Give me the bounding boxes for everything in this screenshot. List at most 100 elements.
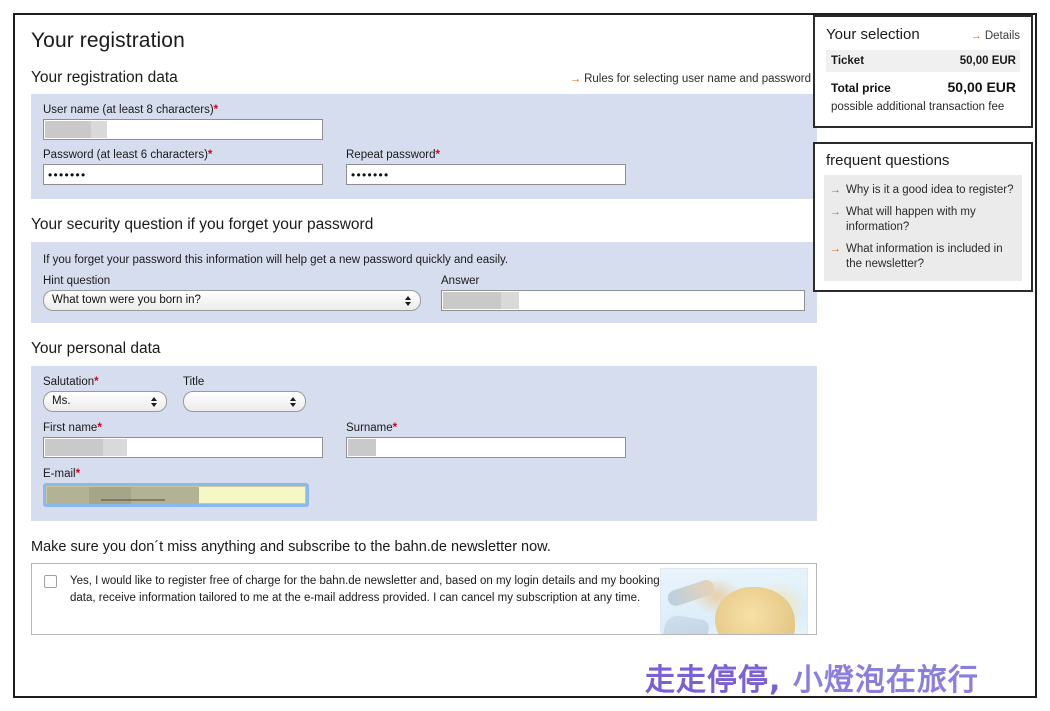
watermark-part1: 走走停停,	[645, 663, 782, 698]
surname-input-wrap	[346, 437, 626, 458]
password-input[interactable]	[43, 164, 323, 185]
email-label: E-mail*	[43, 468, 805, 480]
frequent-questions-title: frequent questions	[826, 152, 950, 169]
first-name-input-wrap	[43, 437, 323, 458]
name-row: First name* Surname*	[43, 422, 805, 458]
email-redaction-dots	[101, 499, 165, 501]
security-question-panel: If you forget your password this informa…	[31, 242, 817, 323]
hint-question-select-wrap: What town were you born in?	[43, 290, 421, 311]
repeat-password-field-group: Repeat password*	[346, 149, 626, 185]
arrow-icon: →	[830, 243, 841, 255]
photo-sleeve	[659, 613, 711, 634]
first-name-input[interactable]	[43, 437, 323, 458]
salutation-title-row: Salutation* Ms. Title	[43, 376, 805, 412]
your-selection-body: Your selection → Details Ticket 50,00 EUR…	[815, 17, 1031, 126]
arrow-icon: →	[970, 30, 982, 42]
photo-arm	[665, 577, 717, 609]
hint-question-label: Hint question	[43, 275, 111, 287]
hint-question-select[interactable]: What town were you born in?	[43, 290, 421, 311]
personal-data-panel: Salutation* Ms. Title First name* Surnam…	[31, 366, 817, 521]
username-input[interactable]	[43, 119, 323, 140]
security-question-note: If you forget your password this informa…	[43, 254, 509, 266]
salutation-select[interactable]: Ms.	[43, 391, 167, 412]
repeat-password-label-text: Repeat password	[346, 149, 436, 161]
ticket-label: Ticket	[831, 55, 865, 67]
surname-group: Surname*	[346, 422, 626, 458]
frequent-questions-card: frequent questions → Why is it a good ide…	[813, 142, 1033, 292]
rules-link-label: Rules for selecting user name and passwo…	[584, 73, 811, 85]
title-select-wrap	[183, 391, 306, 412]
faq-item[interactable]: → What will happen with my information?	[830, 205, 1014, 235]
details-link-label: Details	[984, 30, 1020, 42]
email-label-text: E-mail	[43, 468, 76, 480]
username-label-text: User name (at least 8 characters)	[43, 104, 214, 116]
salutation-label-text: Salutation	[43, 376, 95, 388]
registration-data-panel: User name (at least 8 characters)* Passw…	[31, 94, 817, 199]
username-label: User name (at least 8 characters)*	[43, 104, 805, 116]
frequent-questions-list: → Why is it a good idea to register? → Wha…	[824, 175, 1022, 281]
arrow-icon: →	[830, 206, 841, 218]
required-asterisk: *	[392, 422, 398, 434]
arrow-icon: →	[830, 184, 841, 196]
username-input-wrap	[43, 119, 323, 140]
newsletter-consent-text: Yes, I would like to register free of ch…	[70, 575, 660, 604]
email-group: E-mail*	[43, 468, 805, 507]
rules-link[interactable]: → Rules for selecting user name and passw…	[570, 73, 811, 85]
repeat-password-label: Repeat password*	[346, 149, 626, 161]
details-link[interactable]: → Details	[971, 30, 1020, 42]
salutation-select-wrap: Ms.	[43, 391, 167, 412]
sidebar: Your selection → Details Ticket 50,00 EUR…	[813, 15, 1035, 306]
hint-answer-row: Hint question What town were you born in…	[43, 275, 805, 311]
section-title-security-question: Your security question if you forget you…	[31, 216, 374, 233]
registration-data-header: Your registration data → Rules for select…	[31, 69, 815, 87]
ticket-row: Ticket 50,00 EUR	[826, 50, 1020, 72]
faq-item-label: Why is it a good idea to register?	[846, 184, 1014, 196]
answer-group: Answer	[441, 275, 805, 311]
total-price-row: Total price 50,00 EUR	[826, 72, 1020, 95]
required-asterisk: *	[97, 422, 102, 434]
required-asterisk: *	[94, 376, 99, 388]
transaction-fee-note: possible additional transaction fee	[831, 101, 1005, 113]
total-price-value: 50,00 EUR	[947, 79, 1016, 95]
page-frame: Your registration Your registration data…	[13, 13, 1037, 698]
password-label: Password (at least 6 characters)*	[43, 149, 323, 161]
screenshot-root: Your registration Your registration data…	[0, 0, 1050, 711]
faq-item[interactable]: → Why is it a good idea to register?	[830, 183, 1014, 198]
password-row: Password (at least 6 characters)* Repeat…	[43, 149, 805, 185]
answer-input[interactable]	[441, 290, 805, 311]
faq-item-label: What information is included in the news…	[846, 243, 1003, 270]
faq-item[interactable]: → What information is included in the new…	[830, 242, 1014, 272]
arrow-icon: →	[570, 73, 582, 85]
required-asterisk: *	[75, 468, 81, 480]
surname-label-text: Surname	[346, 422, 393, 434]
newsletter-heading: Make sure you don´t miss anything and su…	[31, 539, 551, 555]
email-input-wrap[interactable]	[43, 483, 309, 507]
first-name-label-text: First name	[43, 422, 98, 434]
watermark: 走走停停, 小燈泡在旅行	[645, 655, 979, 699]
your-selection-header: Your selection → Details	[826, 26, 1020, 43]
surname-input[interactable]	[346, 437, 626, 458]
section-title-registration-data: Your registration data	[31, 69, 178, 86]
newsletter-box: Yes, I would like to register free of ch…	[31, 563, 817, 635]
title-label: Title	[183, 376, 205, 388]
required-asterisk: *	[435, 149, 440, 161]
page-title: Your registration	[31, 29, 185, 52]
surname-label: Surname*	[346, 422, 626, 434]
photo-hair	[715, 587, 795, 634]
your-selection-card: Your selection → Details Ticket 50,00 EUR…	[813, 15, 1033, 128]
first-name-group: First name*	[43, 422, 323, 458]
password-label-text: Password (at least 6 characters)	[43, 149, 208, 161]
registration-form: Your registration Your registration data…	[15, 15, 817, 635]
title-select[interactable]	[183, 391, 306, 412]
hint-question-group: Hint question What town were you born in…	[43, 275, 421, 311]
first-name-label: First name*	[43, 422, 323, 434]
newsletter-checkbox[interactable]	[44, 575, 57, 588]
your-selection-title: Your selection	[826, 26, 920, 43]
repeat-password-input[interactable]	[346, 164, 626, 185]
total-price-label: Total price	[831, 81, 891, 95]
salutation-label: Salutation*	[43, 376, 167, 388]
faq-item-label: What will happen with my information?	[846, 206, 976, 233]
section-title-personal-data: Your personal data	[31, 340, 161, 357]
required-asterisk: *	[207, 149, 213, 161]
watermark-part2: 小燈泡在旅行	[792, 663, 979, 698]
